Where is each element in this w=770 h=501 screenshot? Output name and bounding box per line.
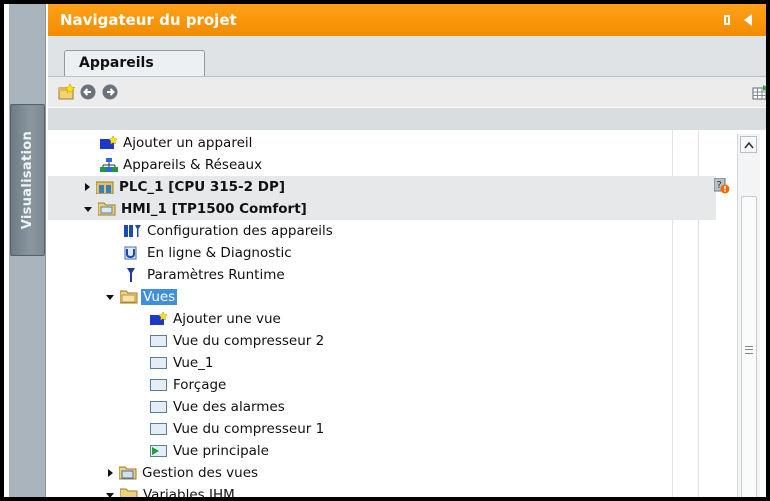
forward-icon[interactable] (102, 84, 120, 100)
tree-item-label: HMI_1 [TP1500 Comfort] (121, 201, 307, 217)
tree-item-label: Vue principale (173, 443, 269, 459)
hmi-icon (98, 202, 116, 216)
tree-item-label: Vues (141, 289, 178, 305)
tree-header (48, 108, 766, 130)
scroll-up-button[interactable] (740, 136, 757, 153)
screen-icon (150, 334, 168, 348)
tree-item-screen[interactable]: Vue_1 (48, 352, 716, 374)
collapse-arrow-icon[interactable] (106, 294, 114, 300)
tree-item-screen[interactable]: Vue du compresseur 2 (48, 330, 716, 352)
tree-item-label: Vue du compresseur 2 (173, 333, 325, 349)
tree-item-label: Variables IHM (143, 487, 235, 501)
back-icon[interactable] (80, 84, 98, 100)
vertical-scrollbar[interactable] (737, 134, 760, 497)
tree-item-screen-management[interactable]: Gestion des vues (48, 462, 716, 484)
tree-item-device-config[interactable]: Configuration des appareils (48, 220, 716, 242)
vertical-tab-strip: Visualisation (9, 4, 46, 497)
tree-item-screen[interactable]: Vue du compresseur 1 (48, 418, 716, 440)
diagnostic-icon (124, 246, 142, 260)
navigator-panel: Navigateur du projet Appareils Ajouter u… (48, 4, 766, 497)
tree-item-start-screen[interactable]: Vue principale (48, 440, 716, 462)
screen-icon (150, 422, 168, 436)
restore-icon[interactable] (724, 15, 730, 25)
panel-title: Navigateur du projet (60, 11, 237, 29)
folder-icon (120, 488, 138, 497)
folder-icon (120, 290, 138, 304)
tree-item-runtime-settings[interactable]: Paramètres Runtime (48, 264, 716, 286)
tree-item-label: Vue_1 (173, 355, 214, 371)
tree-item-add-screen[interactable]: Ajouter une vue (48, 308, 716, 330)
project-tree: Ajouter un appareil Appareils & Réseaux … (48, 130, 766, 497)
tree-item-label: Ajouter une vue (173, 311, 281, 327)
tree-item-screens[interactable]: Vues (48, 286, 716, 308)
table-view-icon[interactable] (752, 84, 766, 100)
plc-icon (96, 180, 114, 194)
tree-item-screen[interactable]: Forçage (48, 374, 716, 396)
tree-item-label: Gestion des vues (142, 465, 259, 481)
warning-icon: ? (713, 177, 730, 194)
tree-item-label: Appareils & Réseaux (123, 157, 263, 173)
collapse-arrow-icon[interactable] (84, 206, 92, 212)
tree-item-label: Vue du compresseur 1 (173, 421, 325, 437)
tree-item-label: Configuration des appareils (147, 223, 333, 239)
tab-appareils[interactable]: Appareils (64, 50, 205, 76)
panel-titlebar: Navigateur du projet (48, 4, 766, 36)
tree-item-hmi-tags[interactable]: Variables IHM (48, 484, 716, 501)
runtime-icon (124, 268, 142, 282)
new-device-icon[interactable] (58, 83, 76, 100)
project-navigator-window: Visualisation Navigateur du projet Appar… (0, 0, 770, 501)
visualisation-tab-label: Visualisation (20, 130, 35, 230)
tree-item-label: En ligne & Diagnostic (147, 245, 292, 261)
expand-arrow-icon[interactable] (108, 469, 113, 477)
tab-strip: Appareils (48, 36, 766, 77)
tree-item-label: Forçage (173, 377, 227, 393)
visualisation-tab[interactable]: Visualisation (10, 104, 45, 256)
collapse-arrow-icon[interactable] (106, 492, 114, 497)
tree-item-label: PLC_1 [CPU 315-2 DP] (119, 179, 286, 195)
tree-item-online-diagnostic[interactable]: En ligne & Diagnostic (48, 242, 716, 264)
tree-item-devices-networks[interactable]: Appareils & Réseaux (48, 154, 716, 176)
network-icon (100, 158, 118, 172)
screen-icon (150, 356, 168, 370)
scroll-thumb[interactable] (741, 196, 757, 497)
add-device-icon (100, 136, 118, 150)
tree-item-label: Ajouter un appareil (123, 135, 253, 151)
tree-item-hmi[interactable]: HMI_1 [TP1500 Comfort] (48, 198, 716, 220)
tree-item-label: Paramètres Runtime (147, 267, 285, 283)
collapse-left-icon[interactable] (744, 14, 752, 26)
screen-icon (150, 378, 168, 392)
tree-item-screen[interactable]: Vue des alarmes (48, 396, 716, 418)
tree-item-label: Vue des alarmes (173, 399, 285, 415)
expand-arrow-icon[interactable] (85, 183, 90, 191)
tree-item-plc[interactable]: PLC_1 [CPU 315-2 DP] (48, 176, 716, 198)
tree-item-add-device[interactable]: Ajouter un appareil (48, 132, 716, 154)
device-config-icon (124, 224, 142, 238)
add-screen-icon (150, 312, 168, 326)
start-screen-icon (150, 444, 168, 458)
folder-icon (119, 466, 137, 480)
grip-icon (745, 346, 753, 354)
toolbar (48, 77, 766, 107)
screen-icon (150, 400, 168, 414)
